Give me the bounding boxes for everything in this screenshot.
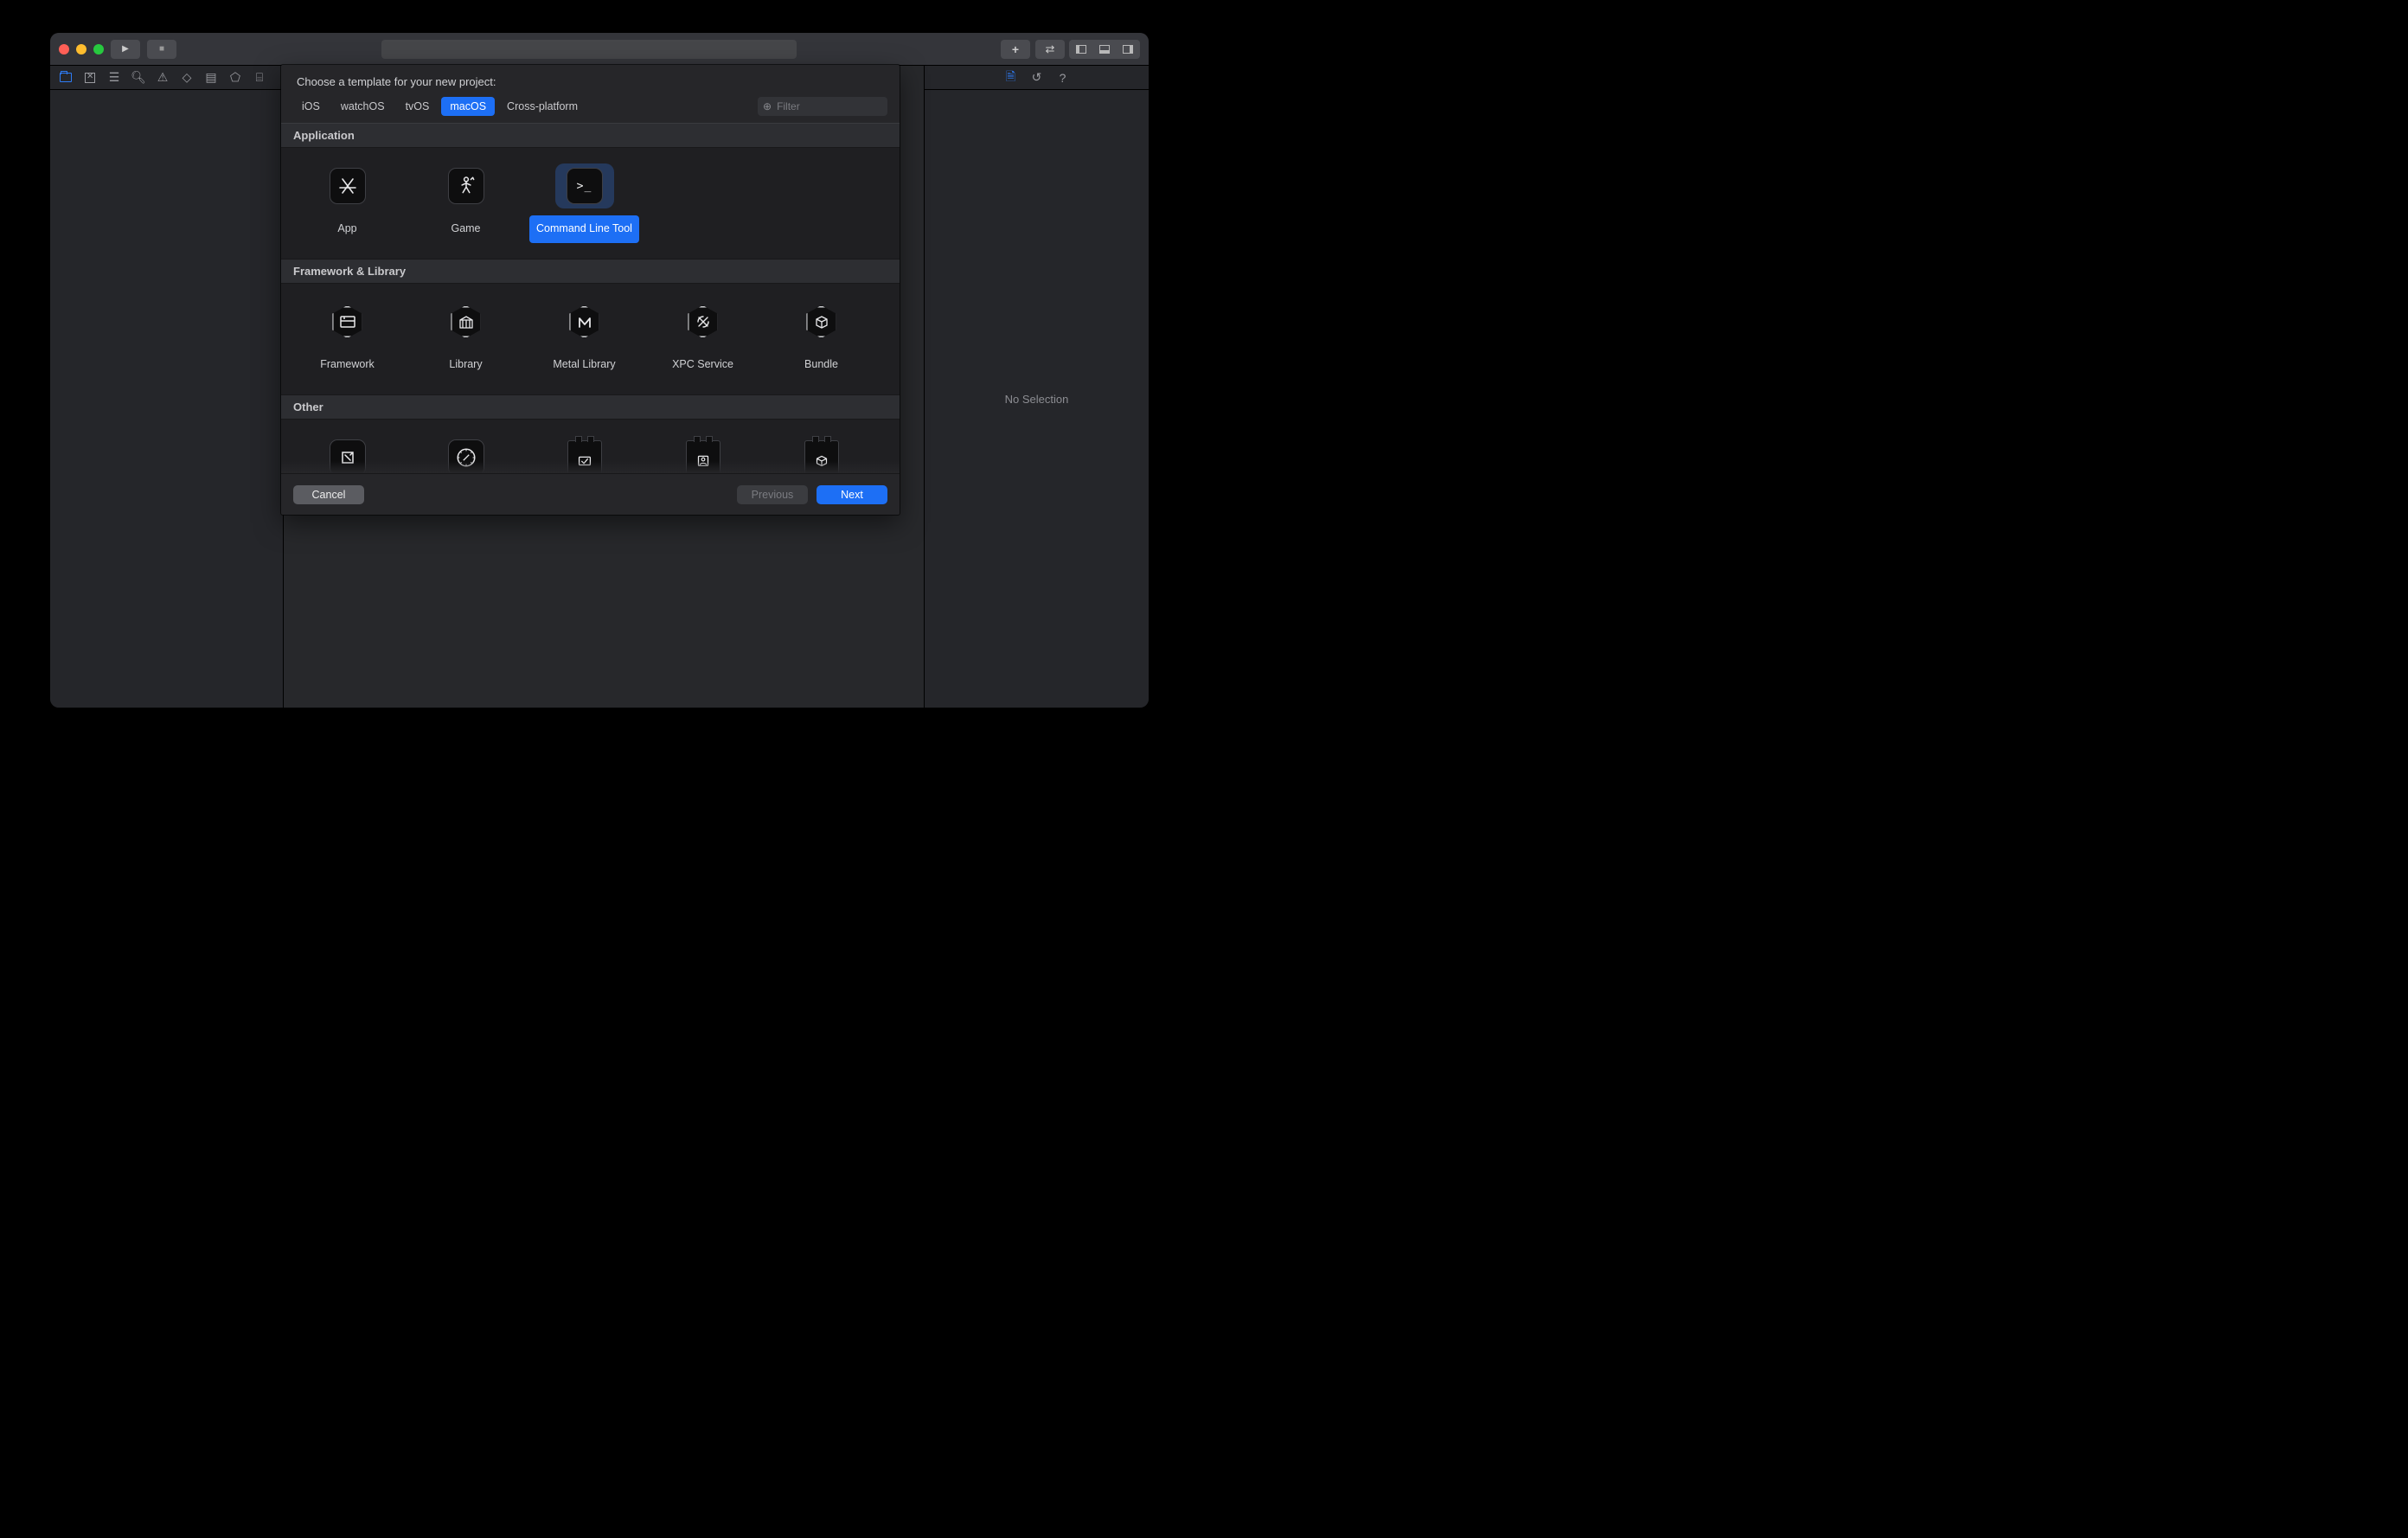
platform-tab-ios[interactable]: iOS: [293, 97, 329, 116]
project-navigator-tab[interactable]: [54, 66, 78, 90]
inspector-selector-bar: 🗎 ↺ ?: [925, 66, 1149, 90]
generic-kernel-icon: [804, 440, 839, 473]
sheet-title: Choose a template for your new project:: [281, 65, 900, 97]
stop-button[interactable]: [147, 40, 176, 59]
inspector-pane: 🗎 ↺ ? No Selection: [924, 66, 1149, 708]
template-game[interactable]: Game: [407, 158, 525, 248]
previous-button[interactable]: Previous: [737, 485, 808, 504]
template-bundle[interactable]: Bundle: [762, 294, 881, 384]
file-inspector-tab[interactable]: 🗎: [1003, 67, 1019, 88]
platform-tab-crossplatform[interactable]: Cross-platform: [498, 97, 586, 116]
new-project-sheet: Choose a template for your new project: …: [281, 65, 900, 515]
platform-tab-tvos[interactable]: tvOS: [397, 97, 439, 116]
next-button[interactable]: Next: [817, 485, 887, 504]
template-bundle-label: Bundle: [797, 351, 845, 379]
template-automator-action[interactable]: Automator Action: [525, 430, 644, 473]
library-icon: [447, 303, 485, 341]
template-library-label: Library: [442, 351, 489, 379]
template-library[interactable]: Library: [407, 294, 525, 384]
template-game-label: Game: [444, 215, 487, 243]
template-safari-extension[interactable]: Safari Extension: [407, 430, 525, 473]
template-app[interactable]: App: [288, 158, 407, 248]
game-icon: [448, 168, 484, 204]
game-glyph-icon: [455, 175, 477, 197]
toggle-debug-area-button[interactable]: [1092, 40, 1117, 59]
quick-help-inspector-tab[interactable]: ?: [1055, 71, 1071, 85]
template-cli-label: Command Line Tool: [529, 215, 639, 243]
xpc-service-icon: [684, 303, 722, 341]
toggle-navigator-button[interactable]: [1069, 40, 1093, 59]
template-app-label: App: [330, 215, 363, 243]
find-navigator-tab[interactable]: 🔍︎: [126, 66, 150, 90]
add-editor-button[interactable]: [1001, 40, 1030, 59]
template-xpc-service[interactable]: XPC Service: [644, 294, 762, 384]
issue-navigator-tab[interactable]: ⚠︎: [150, 66, 175, 90]
symbol-navigator-tab[interactable]: ☰: [102, 66, 126, 90]
report-navigator-tab[interactable]: ⌸: [247, 66, 272, 90]
history-inspector-tab[interactable]: ↺: [1029, 70, 1045, 85]
framework-icon: [329, 303, 367, 341]
app-glyph-icon: [337, 176, 358, 196]
run-button[interactable]: [111, 40, 140, 59]
template-contacts-action[interactable]: Contacts Action: [644, 430, 762, 473]
template-metal-library[interactable]: Metal Library: [525, 294, 644, 384]
cancel-button[interactable]: Cancel: [293, 485, 364, 504]
app-icon: [330, 168, 366, 204]
section-header-framework: Framework & Library: [281, 259, 900, 284]
navigator-pane: ☰ 🔍︎ ⚠︎ ◇ ▤ ⬠ ⌸: [50, 66, 284, 708]
platform-tab-bar: iOS watchOS tvOS macOS Cross-platform Fi…: [281, 97, 900, 124]
platform-tab-watchos[interactable]: watchOS: [332, 97, 394, 116]
template-metal-library-label: Metal Library: [546, 351, 622, 379]
automator-action-icon: [567, 440, 602, 473]
terminal-icon: >_: [567, 168, 603, 204]
platform-tab-macos[interactable]: macOS: [441, 97, 495, 116]
no-selection-label: No Selection: [1005, 393, 1069, 406]
toggle-inspector-button[interactable]: [1116, 40, 1140, 59]
code-review-button[interactable]: [1035, 40, 1065, 59]
close-window-button[interactable]: [59, 44, 69, 54]
template-framework[interactable]: Framework: [288, 294, 407, 384]
test-navigator-tab[interactable]: ◇: [175, 66, 199, 90]
template-generic-kernel[interactable]: Generic Kernel: [762, 430, 881, 473]
template-xpc-service-label: XPC Service: [665, 351, 740, 379]
template-framework-label: Framework: [313, 351, 381, 379]
titlebar: [50, 33, 1149, 66]
navigator-selector-bar: ☰ 🔍︎ ⚠︎ ◇ ▤ ⬠ ⌸: [50, 66, 283, 90]
template-command-line-tool[interactable]: >_ Command Line Tool: [525, 158, 644, 248]
sheet-button-bar: Cancel Previous Next: [281, 473, 900, 515]
template-scroll-area[interactable]: Application App: [281, 124, 900, 473]
contacts-action-icon: [686, 440, 720, 473]
applescript-icon: [330, 439, 366, 473]
source-control-navigator-tab[interactable]: [78, 66, 102, 90]
traffic-lights: [59, 44, 104, 54]
debug-navigator-tab[interactable]: ▤: [199, 66, 223, 90]
breakpoint-navigator-tab[interactable]: ⬠: [223, 66, 247, 90]
template-filter-field[interactable]: Filter: [758, 97, 887, 116]
zoom-window-button[interactable]: [93, 44, 104, 54]
minimize-window-button[interactable]: [76, 44, 86, 54]
template-applescript-app[interactable]: AppleScript App: [288, 430, 407, 473]
activity-viewer[interactable]: [381, 40, 797, 59]
section-header-application: Application: [281, 124, 900, 148]
bundle-icon: [803, 303, 841, 341]
filter-placeholder: Filter: [777, 100, 800, 112]
metal-library-icon: [566, 303, 604, 341]
safari-extension-icon: [448, 439, 484, 473]
section-header-other: Other: [281, 394, 900, 420]
